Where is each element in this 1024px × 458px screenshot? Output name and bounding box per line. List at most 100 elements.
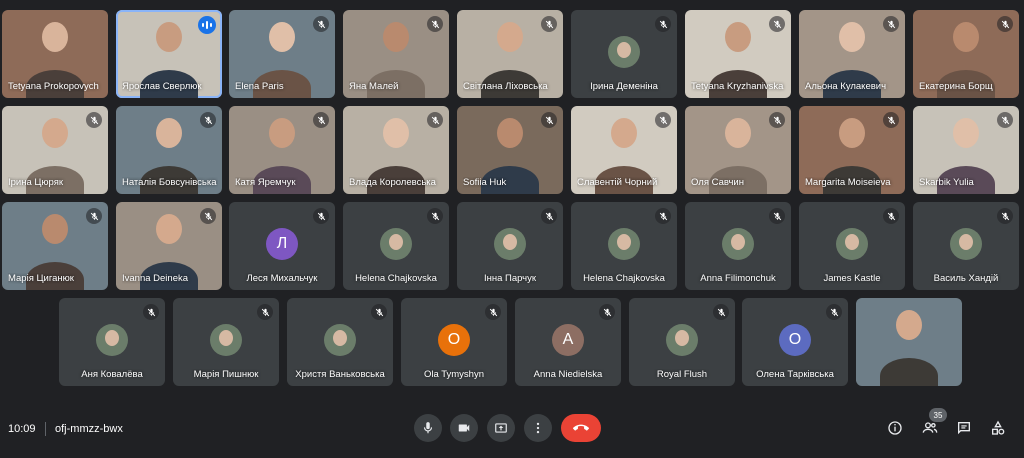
participant-name: Helena Chajkovska: [583, 273, 665, 284]
participant-name: Альона Кулакевич: [805, 81, 887, 92]
participant-name: Влада Королевська: [349, 177, 436, 188]
participant-tile[interactable]: Tetyana Kryzhanivska: [685, 10, 791, 98]
participant-tile[interactable]: Royal Flush: [629, 298, 735, 386]
participant-tile[interactable]: Ярослав Сверлюк: [116, 10, 222, 98]
photo-avatar: [722, 228, 754, 260]
self-view-tile[interactable]: [856, 298, 962, 386]
muted-mic-icon: [200, 208, 216, 224]
participant-name: Оля Савчин: [691, 177, 744, 188]
end-call-button[interactable]: [561, 414, 601, 442]
participant-tile[interactable]: A Anna Niedielska: [515, 298, 621, 386]
participant-tile[interactable]: Л Леся Михальчук: [229, 202, 335, 290]
photo-avatar: [210, 324, 242, 356]
info-icon: [888, 421, 902, 435]
participant-tile[interactable]: Skarbik Yulia: [913, 106, 1019, 194]
muted-mic-icon: [541, 112, 557, 128]
participant-tile[interactable]: Ірина Деменіна: [571, 10, 677, 98]
photo-avatar: [324, 324, 356, 356]
participant-tile[interactable]: Наталія Бовсунівська: [116, 106, 222, 194]
photo-avatar: [836, 228, 868, 260]
muted-mic-icon: [541, 208, 557, 224]
meeting-code[interactable]: ofj-mmzz-bwx: [55, 423, 123, 435]
more-options-button[interactable]: [524, 414, 552, 442]
bottom-bar: 10:09 ofj-mmzz-bwx 35: [0, 408, 1024, 458]
participant-name: Марія Пишнюк: [193, 369, 259, 380]
participant-name: Яна Малей: [349, 81, 399, 92]
participant-name: Ярослав Сверлюк: [122, 81, 202, 92]
participant-tile[interactable]: Anna Filimonchuk: [685, 202, 791, 290]
participant-name: Ivanna Deineka: [122, 273, 189, 284]
participant-tile[interactable]: Марія Пишнюк: [173, 298, 279, 386]
participant-name: Ірина Деменіна: [590, 81, 658, 92]
participant-tile[interactable]: Влада Королевська: [343, 106, 449, 194]
participant-tile[interactable]: Світлана Ліховська: [457, 10, 563, 98]
photo-avatar: [608, 36, 640, 68]
muted-mic-icon: [427, 16, 443, 32]
participant-tile[interactable]: Аня Ковалёва: [59, 298, 165, 386]
muted-mic-icon: [200, 112, 216, 128]
muted-mic-icon: [997, 16, 1013, 32]
participant-tile[interactable]: Elena Paris: [229, 10, 335, 98]
participant-tile[interactable]: Оля Савчин: [685, 106, 791, 194]
participant-name: Tetyana Kryzhanivska: [691, 81, 784, 92]
chat-button[interactable]: [954, 418, 974, 438]
participant-tile[interactable]: Славентій Чорний: [571, 106, 677, 194]
participant-video: [856, 298, 962, 386]
participant-tile[interactable]: Tetyana Prokopovych: [2, 10, 108, 98]
activities-button[interactable]: [988, 418, 1008, 438]
participant-name: Олена Тарківська: [756, 369, 834, 380]
participant-tile[interactable]: Альона Кулакевич: [799, 10, 905, 98]
muted-mic-icon: [883, 112, 899, 128]
muted-mic-icon: [655, 208, 671, 224]
participant-name: Margarita Moiseieva: [805, 177, 891, 188]
participant-tile[interactable]: Василь Хандій: [913, 202, 1019, 290]
activities-icon: [992, 420, 1005, 435]
microphone-button[interactable]: [414, 414, 442, 442]
microphone-icon: [423, 422, 433, 434]
participant-tile[interactable]: Марія Циганюк: [2, 202, 108, 290]
photo-avatar: [950, 228, 982, 260]
muted-mic-icon: [485, 304, 501, 320]
meeting-clock: 10:09: [8, 423, 36, 435]
participant-tile[interactable]: Екатерина Борщ: [913, 10, 1019, 98]
present-button[interactable]: [487, 414, 515, 442]
muted-mic-icon: [769, 112, 785, 128]
participant-tile[interactable]: Helena Chajkovska: [343, 202, 449, 290]
participant-name: Sofiia Huk: [463, 177, 507, 188]
muted-mic-icon: [883, 208, 899, 224]
meeting-info-button[interactable]: [885, 418, 905, 438]
speaking-indicator-icon: [198, 16, 216, 34]
participant-name: Катя Яремчук: [235, 177, 296, 188]
muted-mic-icon: [257, 304, 273, 320]
participant-tile[interactable]: O Ola Tymyshyn: [401, 298, 507, 386]
participant-tile[interactable]: O Олена Тарківська: [742, 298, 848, 386]
camera-button[interactable]: [450, 414, 478, 442]
participant-name: James Kastle: [823, 273, 881, 284]
participant-tile[interactable]: Ірина Цюряк: [2, 106, 108, 194]
participant-name: Славентій Чорний: [577, 177, 658, 188]
muted-mic-icon: [371, 304, 387, 320]
participant-name: Anna Filimonchuk: [700, 273, 776, 284]
participant-tile[interactable]: Ivanna Deineka: [116, 202, 222, 290]
participant-count-badge: 35: [929, 408, 947, 422]
participant-tile[interactable]: Христя Ваньковська: [287, 298, 393, 386]
participant-tile[interactable]: James Kastle: [799, 202, 905, 290]
participant-tile[interactable]: Margarita Moiseieva: [799, 106, 905, 194]
muted-mic-icon: [655, 16, 671, 32]
participant-tile[interactable]: Інна Парчук: [457, 202, 563, 290]
participant-tile[interactable]: Катя Яремчук: [229, 106, 335, 194]
participant-name: Наталія Бовсунівська: [122, 177, 217, 188]
participant-name: Ola Tymyshyn: [423, 369, 484, 380]
participant-tile[interactable]: Sofiia Huk: [457, 106, 563, 194]
photo-avatar: [380, 228, 412, 260]
participant-tile[interactable]: Helena Chajkovska: [571, 202, 677, 290]
muted-mic-icon: [655, 112, 671, 128]
participant-name: Василь Хандій: [933, 273, 999, 284]
participant-name: Леся Михальчук: [246, 273, 318, 284]
muted-mic-icon: [997, 112, 1013, 128]
muted-mic-icon: [713, 304, 729, 320]
participant-tile[interactable]: Яна Малей: [343, 10, 449, 98]
muted-mic-icon: [427, 112, 443, 128]
participant-name: Helena Chajkovska: [355, 273, 437, 284]
participant-name: Екатерина Борщ: [919, 81, 993, 92]
